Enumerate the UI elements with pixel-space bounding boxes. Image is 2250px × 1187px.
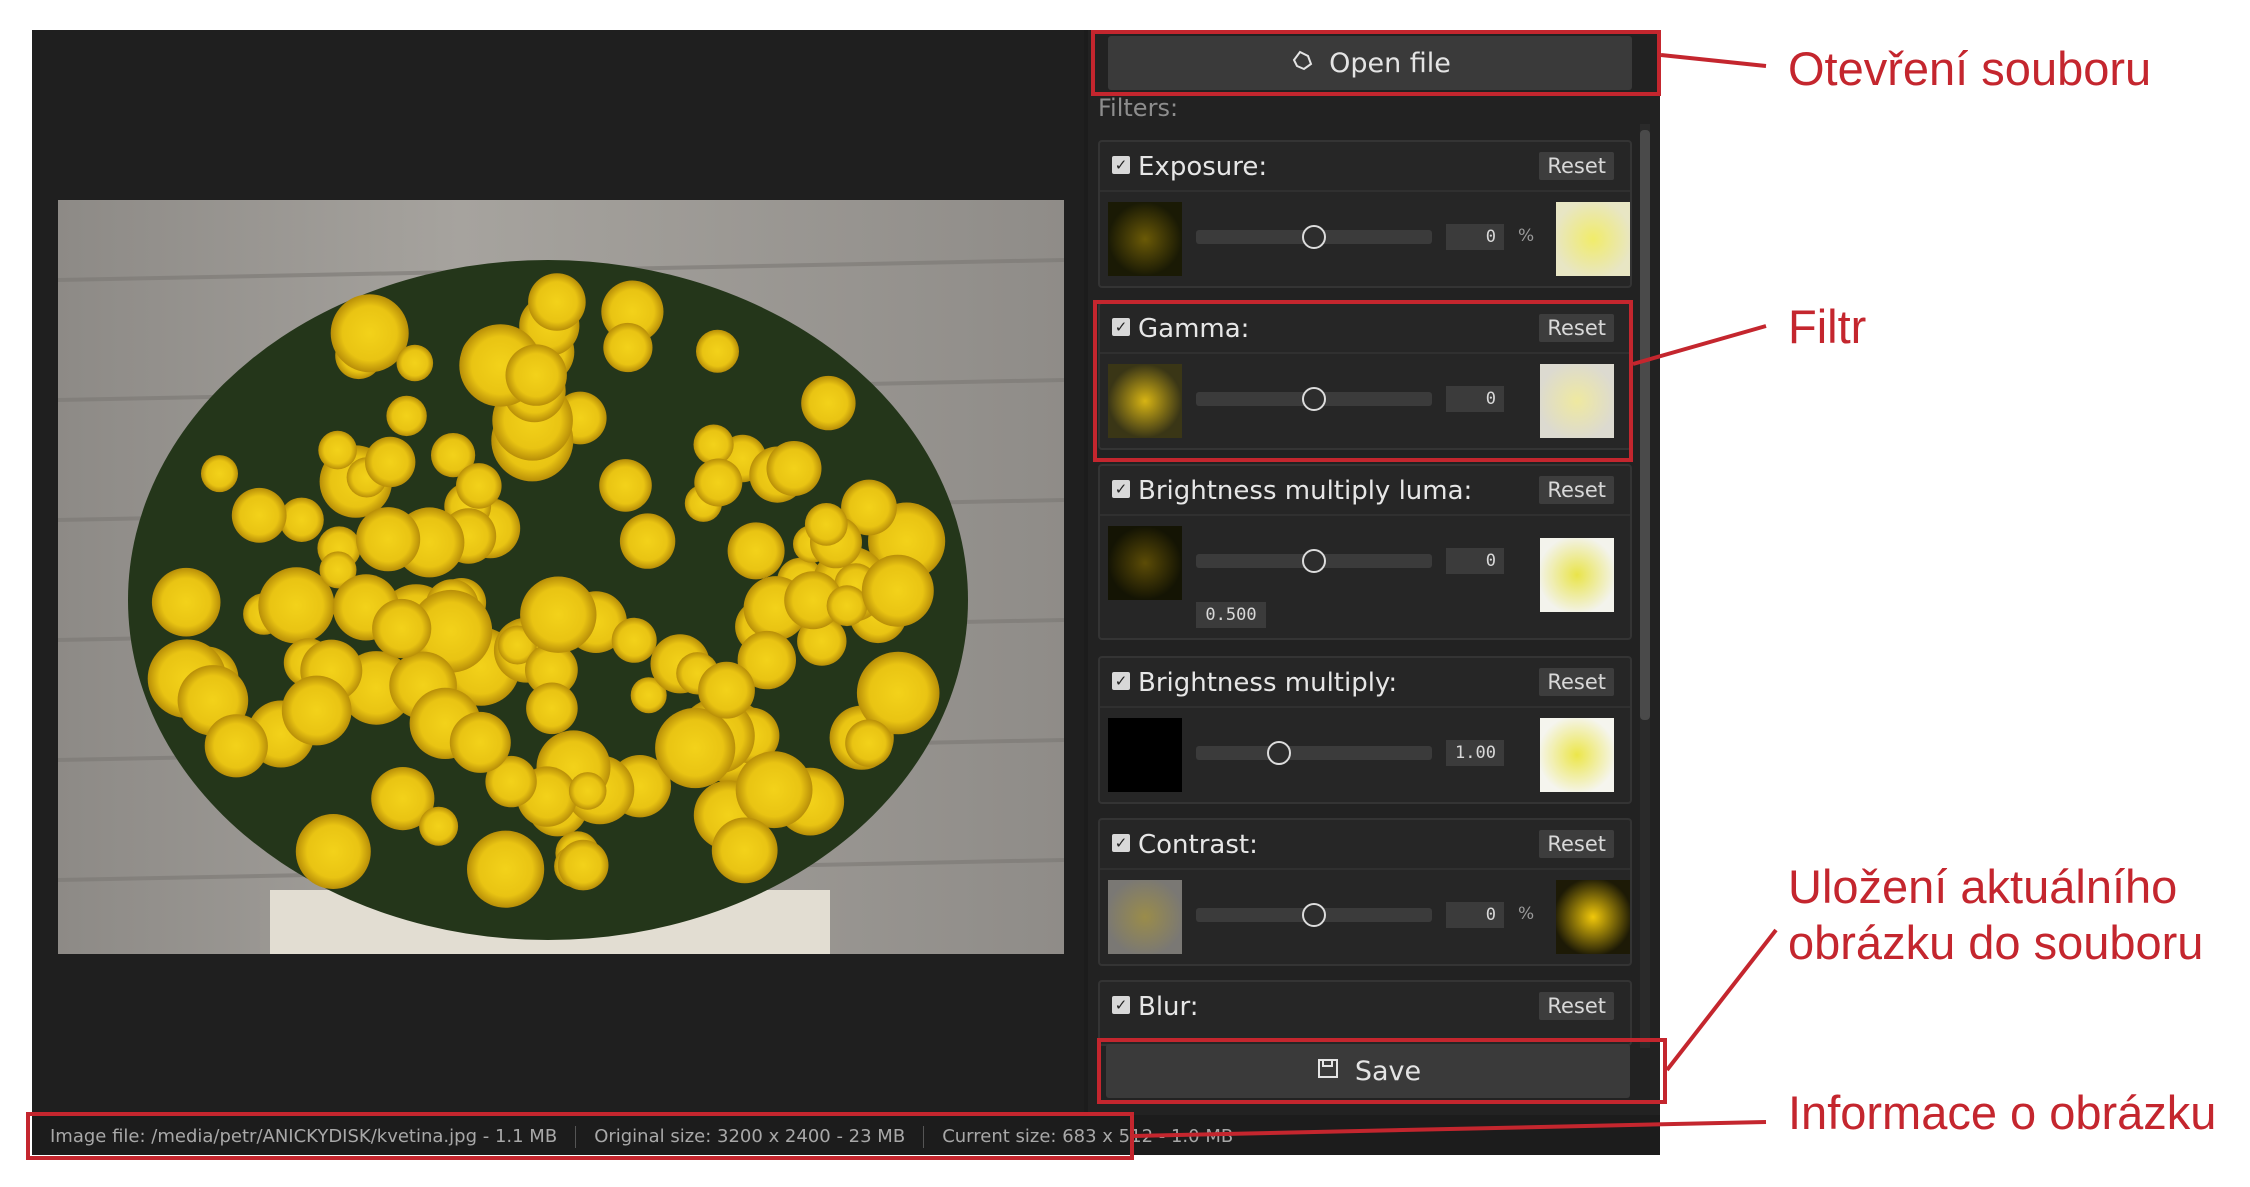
annotation-save-line1: Uložení aktuálního xyxy=(1788,860,2178,913)
annotation-image-info: Informace o obrázku xyxy=(1788,1086,2217,1139)
annotation-open-file: Otevření souboru xyxy=(1788,42,2152,95)
annotation-save-line2: obrázku do souboru xyxy=(1788,916,2204,969)
annotation-lines xyxy=(1133,53,1778,1138)
annotation-filter: Filtr xyxy=(1788,300,1867,353)
